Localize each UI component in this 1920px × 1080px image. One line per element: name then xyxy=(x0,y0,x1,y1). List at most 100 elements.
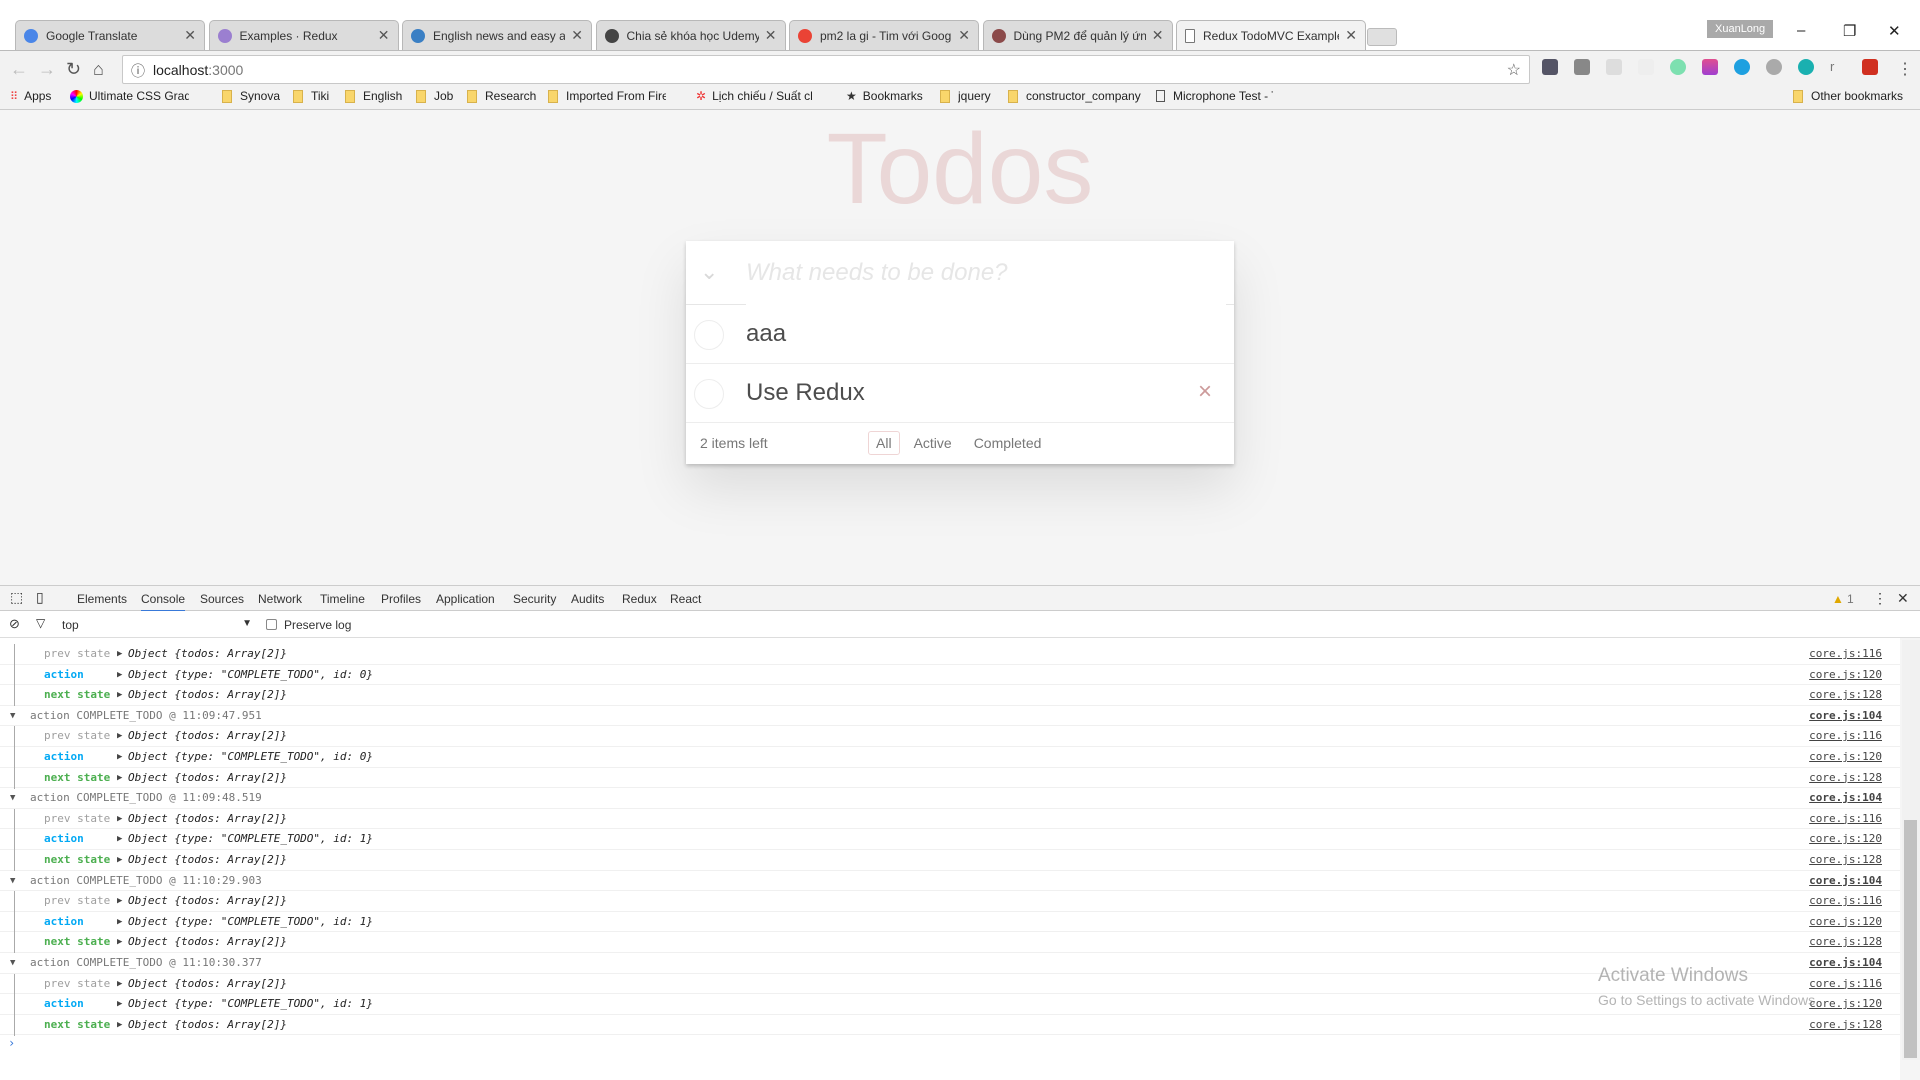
log-object[interactable]: Object {todos: Array[2]} xyxy=(128,685,287,705)
devtools-tab-network[interactable]: Network xyxy=(258,592,302,606)
log-object[interactable]: Object {todos: Array[2]} xyxy=(128,644,287,664)
source-link[interactable]: core.js:116 xyxy=(1809,644,1882,664)
expand-arrow-icon[interactable]: ▶ xyxy=(117,665,122,685)
bookmark-item[interactable]: jquery xyxy=(940,89,991,103)
source-link[interactable]: core.js:128 xyxy=(1809,768,1882,788)
delete-icon[interactable]: × xyxy=(1198,378,1212,406)
extension-icon[interactable] xyxy=(1702,59,1718,75)
console-scrollbar[interactable] xyxy=(1902,640,1920,1060)
new-tab-button[interactable] xyxy=(1367,28,1397,46)
log-object[interactable]: Object {type: "COMPLETE_TODO", id: 1} xyxy=(128,994,373,1014)
expand-arrow-icon[interactable]: ▶ xyxy=(117,912,122,932)
other-bookmarks[interactable]: Other bookmarks xyxy=(1793,89,1903,103)
tab-close-icon[interactable]: ✕ xyxy=(765,27,777,44)
browser-tab[interactable]: Redux TodoMVC Example ✕ xyxy=(1176,20,1366,50)
context-select[interactable]: top ▼ xyxy=(62,618,252,632)
browser-tab[interactable]: Dùng PM2 để quản lý ứn ✕ xyxy=(982,20,1173,50)
log-object[interactable]: Object {todos: Array[2]} xyxy=(128,974,287,994)
console-prompt[interactable]: › xyxy=(8,1036,15,1050)
extension-icon[interactable] xyxy=(1798,59,1814,75)
react-extension-icon[interactable] xyxy=(1606,59,1622,75)
group-header[interactable]: action COMPLETE_TODO @ 11:10:29.903 xyxy=(30,871,262,891)
log-object[interactable]: Object {todos: Array[2]} xyxy=(128,809,287,829)
profile-button[interactable]: XuanLong xyxy=(1707,20,1774,38)
log-object[interactable]: Object {todos: Array[2]} xyxy=(128,768,287,788)
source-link[interactable]: core.js:116 xyxy=(1809,726,1882,746)
source-link[interactable]: core.js:128 xyxy=(1809,1015,1882,1035)
source-link[interactable]: core.js:116 xyxy=(1809,891,1882,911)
browser-tab[interactable]: Examples · Redux ✕ xyxy=(208,20,399,50)
device-toggle-icon[interactable]: ▯ xyxy=(36,589,44,606)
browser-tab[interactable]: English news and easy ar ✕ xyxy=(402,20,592,50)
browser-tab[interactable]: Chia sẻ khóa học Udemy ✕ xyxy=(595,20,786,50)
info-icon[interactable]: ⓘ xyxy=(131,61,145,81)
expand-arrow-icon[interactable]: ▶ xyxy=(117,850,122,870)
bookmark-item[interactable]: ★ Bookmarks xyxy=(846,89,923,103)
source-link[interactable]: core.js:120 xyxy=(1809,994,1882,1014)
camera-extension-icon[interactable] xyxy=(1574,59,1590,75)
expand-arrow-icon[interactable]: ▶ xyxy=(117,685,122,705)
extension-icon[interactable] xyxy=(1734,59,1750,75)
extension-icon[interactable] xyxy=(1862,59,1878,75)
expand-triangle-icon[interactable]: ▼ xyxy=(10,953,15,973)
bookmark-item[interactable]: ✲ Lịch chiếu / Suất chiếu xyxy=(696,89,812,103)
source-link[interactable]: core.js:104 xyxy=(1809,706,1882,726)
filter-icon[interactable]: ▽ xyxy=(36,616,45,630)
bookmark-item[interactable]: Imported From Firefox xyxy=(548,89,666,103)
expand-arrow-icon[interactable]: ▶ xyxy=(117,932,122,952)
browser-tab[interactable]: Google Translate ✕ xyxy=(15,20,205,50)
expand-triangle-icon[interactable]: ▼ xyxy=(10,871,15,891)
expand-arrow-icon[interactable]: ▶ xyxy=(117,644,122,664)
tab-close-icon[interactable]: ✕ xyxy=(1345,27,1357,44)
expand-arrow-icon[interactable]: ▶ xyxy=(117,747,122,767)
source-link[interactable]: core.js:128 xyxy=(1809,685,1882,705)
expand-triangle-icon[interactable]: ▼ xyxy=(10,706,15,726)
extension-icon[interactable]: r xyxy=(1830,59,1846,75)
expand-arrow-icon[interactable]: ▶ xyxy=(117,1015,122,1035)
home-button[interactable]: ⌂ xyxy=(93,59,104,80)
log-object[interactable]: Object {type: "COMPLETE_TODO", id: 1} xyxy=(128,829,373,849)
warning-count[interactable]: 1 xyxy=(1847,592,1854,606)
preserve-log-checkbox[interactable] xyxy=(266,619,277,630)
devtools-tab-redux[interactable]: Redux xyxy=(622,592,657,606)
menu-icon[interactable]: ⋮ xyxy=(1897,59,1913,79)
bookmark-item[interactable]: ⠿ Apps xyxy=(10,89,51,103)
log-object[interactable]: Object {type: "COMPLETE_TODO", id: 1} xyxy=(128,912,373,932)
source-link[interactable]: core.js:128 xyxy=(1809,850,1882,870)
source-link[interactable]: core.js:120 xyxy=(1809,912,1882,932)
close-window-button[interactable]: ✕ xyxy=(1888,22,1901,40)
extension-icon[interactable] xyxy=(1670,59,1686,75)
expand-arrow-icon[interactable]: ▶ xyxy=(117,809,122,829)
filter-all[interactable]: All xyxy=(868,431,900,455)
expand-arrow-icon[interactable]: ▶ xyxy=(117,974,122,994)
minimize-button[interactable]: – xyxy=(1797,22,1805,39)
extension-icon[interactable] xyxy=(1638,59,1654,75)
log-object[interactable]: Object {todos: Array[2]} xyxy=(128,932,287,952)
extension-icon[interactable] xyxy=(1766,59,1782,75)
scrollbar-thumb[interactable] xyxy=(1904,820,1917,1058)
filter-active[interactable]: Active xyxy=(906,431,960,455)
tab-close-icon[interactable]: ✕ xyxy=(1152,27,1164,44)
bookmark-item[interactable]: English xyxy=(345,89,402,103)
devtools-tab-timeline[interactable]: Timeline xyxy=(320,592,365,606)
source-link[interactable]: core.js:104 xyxy=(1809,953,1882,973)
toggle-all-chevron-icon[interactable]: ⌄ xyxy=(700,259,718,285)
restore-button[interactable]: ❐ xyxy=(1843,22,1856,40)
back-button[interactable]: ← xyxy=(10,59,28,80)
warning-icon[interactable]: ▲ xyxy=(1832,592,1844,606)
bookmark-item[interactable]: Microphone Test - Tes xyxy=(1156,89,1273,103)
close-devtools-icon[interactable]: ✕ xyxy=(1897,590,1909,607)
tab-close-icon[interactable]: ✕ xyxy=(571,27,583,44)
devtools-tab-sources[interactable]: Sources xyxy=(200,592,244,606)
expand-arrow-icon[interactable]: ▶ xyxy=(117,829,122,849)
expand-triangle-icon[interactable]: ▼ xyxy=(10,788,15,808)
bookmark-item[interactable]: Ultimate CSS Gradient xyxy=(70,89,189,103)
source-link[interactable]: core.js:120 xyxy=(1809,747,1882,767)
bookmark-item[interactable]: Research xyxy=(467,89,536,103)
address-bar[interactable]: ⓘ localhost:3000 ☆ xyxy=(122,55,1530,84)
devtools-tab-audits[interactable]: Audits xyxy=(571,592,604,606)
group-header[interactable]: action COMPLETE_TODO @ 11:10:30.377 xyxy=(30,953,262,973)
bookmark-item[interactable]: Synova xyxy=(222,89,280,103)
forward-button[interactable]: → xyxy=(38,59,56,80)
eyedropper-extension-icon[interactable] xyxy=(1542,59,1558,75)
